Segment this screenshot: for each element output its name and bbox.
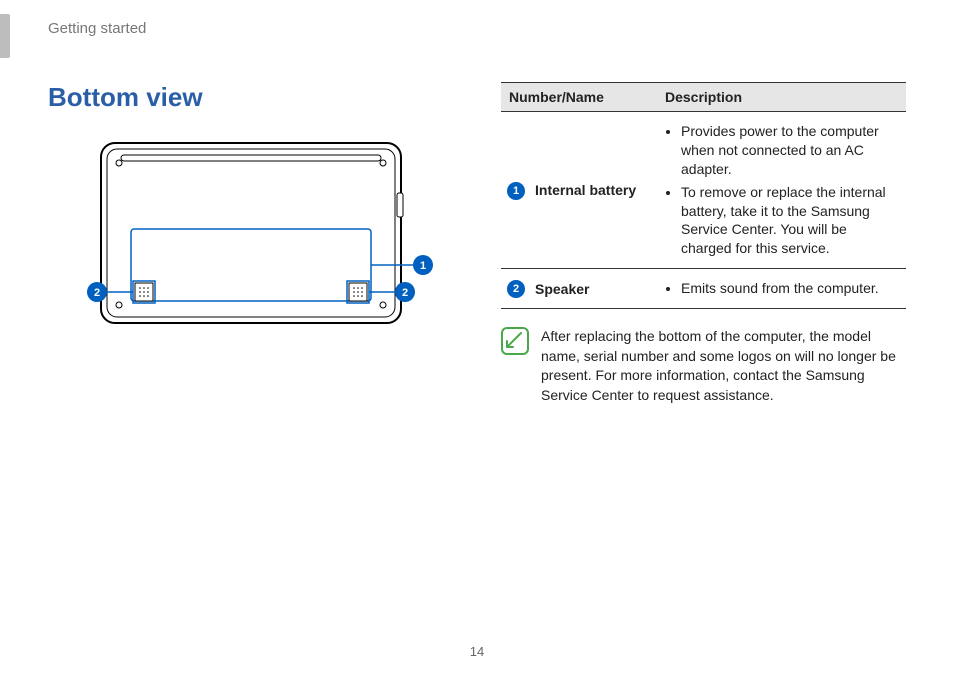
row2-callout-icon: 2 xyxy=(507,280,525,298)
running-header: Getting started xyxy=(48,20,146,37)
table-row: 1 Internal battery Provides power to the… xyxy=(501,112,906,269)
th-description: Description xyxy=(657,83,906,112)
diagram-callout-2-left: 2 xyxy=(93,287,99,299)
row1-desc: Provides power to the computer when not … xyxy=(657,112,906,269)
row1-name: Internal battery xyxy=(527,112,657,269)
content-columns: Bottom view xyxy=(48,82,906,406)
bottom-view-diagram: 1 2 2 xyxy=(48,133,453,353)
left-column: Bottom view xyxy=(48,82,453,406)
row2-name: Speaker xyxy=(527,269,657,309)
page-number: 14 xyxy=(0,644,954,659)
row2-desc-item: Emits sound from the computer. xyxy=(681,279,898,298)
page-tab-marker xyxy=(0,14,10,58)
diagram-callout-2-right: 2 xyxy=(401,287,407,299)
note-text: After replacing the bottom of the comput… xyxy=(541,327,906,405)
note-block: After replacing the bottom of the comput… xyxy=(501,327,906,405)
row1-desc-item: Provides power to the computer when not … xyxy=(681,122,898,179)
note-icon xyxy=(501,327,529,355)
parts-table: Number/Name Description 1 Internal batte… xyxy=(501,82,906,309)
diagram-callout-1: 1 xyxy=(419,260,425,272)
laptop-bottom-svg: 1 2 2 xyxy=(61,133,441,353)
right-column: Number/Name Description 1 Internal batte… xyxy=(501,82,906,406)
section-title: Bottom view xyxy=(48,82,453,113)
row1-desc-item: To remove or replace the internal batter… xyxy=(681,183,898,259)
th-number-name: Number/Name xyxy=(501,83,657,112)
table-row: 2 Speaker Emits sound from the computer. xyxy=(501,269,906,309)
row2-desc: Emits sound from the computer. xyxy=(657,269,906,309)
row1-callout-icon: 1 xyxy=(507,182,525,200)
